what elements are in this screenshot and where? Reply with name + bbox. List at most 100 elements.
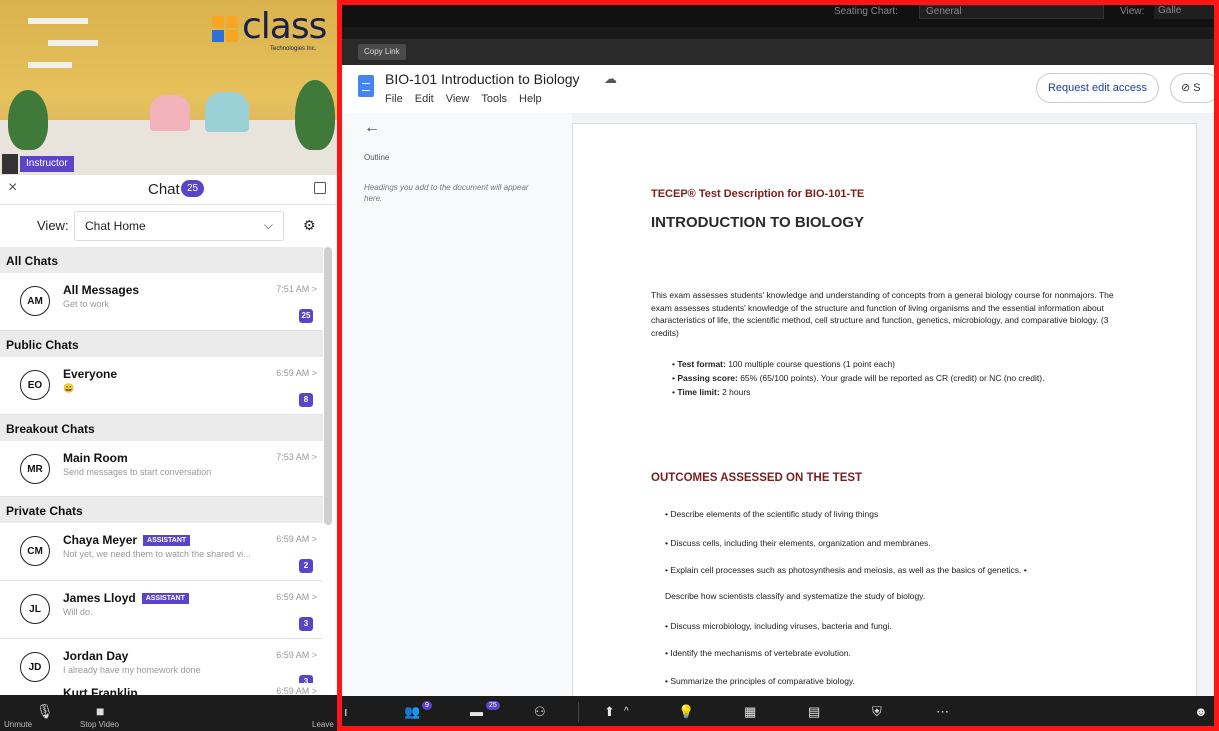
leave-label[interactable]: Leave bbox=[312, 720, 334, 729]
shield-icon[interactable]: ⛨ bbox=[872, 704, 882, 720]
mic-muted-icon[interactable]: 🎙 bbox=[36, 703, 54, 720]
left-panel: class Technologies Inc. Instructor × Cha… bbox=[0, 0, 337, 731]
section-private-chats: Private Chats bbox=[0, 497, 323, 523]
chat-time: 6:59 AM > bbox=[276, 534, 317, 544]
section-breakout-chats: Breakout Chats bbox=[0, 415, 323, 441]
chat-name: Main Room bbox=[63, 451, 128, 465]
view-label: View: bbox=[37, 218, 69, 233]
avatar: EO bbox=[20, 370, 50, 400]
chat-scrollbar[interactable] bbox=[324, 247, 332, 525]
share-button[interactable]: ⊘ S bbox=[1170, 73, 1214, 103]
chat-time: 6:59 AM > bbox=[276, 368, 317, 378]
doc-heading-intro: INTRODUCTION TO BIOLOGY bbox=[651, 214, 865, 231]
menu-edit[interactable]: Edit bbox=[415, 93, 434, 105]
chat-item-chaya-meyer[interactable]: CM Chaya Meyer ASSISTANT Not yet, we need… bbox=[0, 523, 323, 581]
google-docs-icon[interactable] bbox=[358, 75, 374, 97]
unread-badge: 8 bbox=[299, 393, 313, 407]
caret-up-icon[interactable]: ^ bbox=[624, 706, 629, 717]
chat-time: 7:53 AM > bbox=[276, 452, 317, 462]
avatar: AM bbox=[20, 286, 50, 316]
chat-icon[interactable]: ▬ bbox=[470, 704, 483, 719]
unmute-label[interactable]: Unmute bbox=[4, 720, 32, 729]
logo-sub: Technologies Inc. bbox=[270, 46, 317, 52]
chat-item-main-room[interactable]: MR Main Room Send messages to start conv… bbox=[0, 441, 323, 497]
chat-item-james-lloyd[interactable]: JL James Lloyd ASSISTANT Will do. 6:59 AM… bbox=[0, 581, 323, 639]
list-item: • Passing score: 65% (65/100 points). Yo… bbox=[672, 373, 1045, 383]
chat-name: Everyone bbox=[63, 367, 118, 381]
unread-badge: 2 bbox=[299, 559, 313, 573]
chat-time: 6:59 AM > bbox=[276, 650, 317, 660]
chat-name-text: James Lloyd bbox=[63, 591, 136, 605]
doc-page[interactable]: TECEP® Test Description for BIO-101-TE I… bbox=[572, 123, 1197, 703]
doc-header: BIO-101 Introduction to Biology ☁ File E… bbox=[342, 65, 1214, 113]
chat-count-badge: 25 bbox=[181, 180, 205, 197]
chat-view-select[interactable]: Chat Home ⌵ bbox=[74, 211, 284, 241]
seating-chart-label: Seating Chart: bbox=[834, 6, 898, 17]
doc-heading-tecep: TECEP® Test Description for BIO-101-TE bbox=[651, 188, 865, 200]
instructor-tag: Instructor bbox=[20, 156, 74, 172]
shared-screen: Seating Chart: General View: Galle Copy … bbox=[337, 0, 1219, 731]
chat-badge: 25 bbox=[486, 701, 500, 710]
chat-name: All Messages bbox=[63, 283, 140, 297]
stop-video-label[interactable]: Stop Video bbox=[80, 720, 119, 729]
doc-title[interactable]: BIO-101 Introduction to Biology bbox=[385, 71, 580, 87]
bullet-label: Passing score: bbox=[677, 373, 738, 383]
outcome-item: • Discuss cells, including their element… bbox=[665, 538, 931, 548]
whiteboard-icon[interactable]: ▤ bbox=[808, 704, 820, 720]
menu-tools[interactable]: Tools bbox=[481, 93, 507, 105]
logo-word: class bbox=[242, 6, 327, 47]
close-icon[interactable]: × bbox=[8, 179, 17, 197]
chat-preview: Send messages to start conversation bbox=[63, 467, 212, 477]
share-screen-icon[interactable]: ⬆ bbox=[604, 704, 615, 720]
chat-name: James Lloyd ASSISTANT bbox=[63, 591, 189, 605]
grid-icon[interactable]: ▦ bbox=[744, 704, 756, 720]
chat-time: 7:51 AM > bbox=[276, 284, 317, 294]
toolbar-divider bbox=[578, 702, 579, 722]
outline-panel: ← Outline Headings you add to the docume… bbox=[342, 113, 572, 696]
assistant-tag: ASSISTANT bbox=[141, 593, 189, 604]
participants-icon[interactable]: 👥 bbox=[404, 704, 420, 720]
lightbulb-icon[interactable]: 💡 bbox=[678, 704, 694, 720]
menu-help[interactable]: Help bbox=[519, 93, 542, 105]
outcome-item: • Summarize the principles of comparativ… bbox=[665, 676, 855, 686]
participants-badge: 9 bbox=[422, 701, 432, 710]
more-icon[interactable]: ⋯ bbox=[936, 704, 949, 720]
chat-name: Jordan Day bbox=[63, 649, 129, 663]
robot-icon[interactable]: ⚇ bbox=[534, 704, 546, 720]
chat-time: 6:59 AM > bbox=[276, 592, 317, 602]
view-select[interactable]: Galle bbox=[1154, 5, 1214, 19]
chat-preview: 😄 bbox=[63, 383, 75, 393]
menu-view[interactable]: View bbox=[446, 93, 470, 105]
doc-menu-bar: File Edit View Tools Help bbox=[385, 93, 542, 105]
chat-title: Chat bbox=[148, 181, 180, 198]
list-item: • Test format: 100 multiple course quest… bbox=[672, 359, 895, 369]
back-arrow-icon[interactable]: ← bbox=[364, 119, 380, 137]
section-all-chats: All Chats bbox=[0, 247, 323, 273]
globe-icon: ⊘ bbox=[1181, 82, 1194, 94]
chat-preview: Will do. bbox=[63, 607, 93, 617]
emoji-icon[interactable]: ☻ bbox=[1194, 704, 1208, 719]
menu-file[interactable]: File bbox=[385, 93, 403, 105]
request-edit-access-button[interactable]: Request edit access bbox=[1036, 73, 1159, 103]
doc-area: ← Outline Headings you add to the docume… bbox=[342, 113, 1214, 703]
gear-icon[interactable]: ⚙ bbox=[303, 217, 316, 234]
avatar: JD bbox=[20, 652, 50, 682]
unread-badge: 25 bbox=[299, 309, 313, 323]
chat-preview: Get to work bbox=[63, 299, 110, 309]
bullet-text: 65% (65/100 points). Your grade will be … bbox=[737, 373, 1045, 383]
copy-link-bar: Copy Link bbox=[342, 39, 1214, 65]
chat-item-all-messages[interactable]: AM All Messages Get to work 7:51 AM > 25 bbox=[0, 273, 323, 331]
chevron-down-icon: ⌵ bbox=[263, 218, 273, 232]
seating-bar: Seating Chart: General View: Galle bbox=[342, 5, 1214, 27]
chat-preview: Not yet, we need them to watch the share… bbox=[63, 549, 251, 559]
video-camera-icon[interactable]: ■ bbox=[96, 703, 104, 719]
avatar: MR bbox=[20, 454, 50, 484]
chat-item-everyone[interactable]: EO Everyone 😄 6:59 AM > 8 bbox=[0, 357, 323, 415]
bullet-text: 100 multiple course questions (1 point e… bbox=[725, 359, 895, 369]
chat-name: Chaya Meyer ASSISTANT bbox=[63, 533, 191, 547]
copy-link-button[interactable]: Copy Link bbox=[358, 44, 406, 60]
popout-icon[interactable] bbox=[314, 182, 326, 194]
chat-preview: I already have my homework done bbox=[63, 665, 201, 675]
seating-chart-select[interactable]: General bbox=[919, 5, 1104, 19]
cloud-icon: ☁ bbox=[604, 71, 617, 86]
